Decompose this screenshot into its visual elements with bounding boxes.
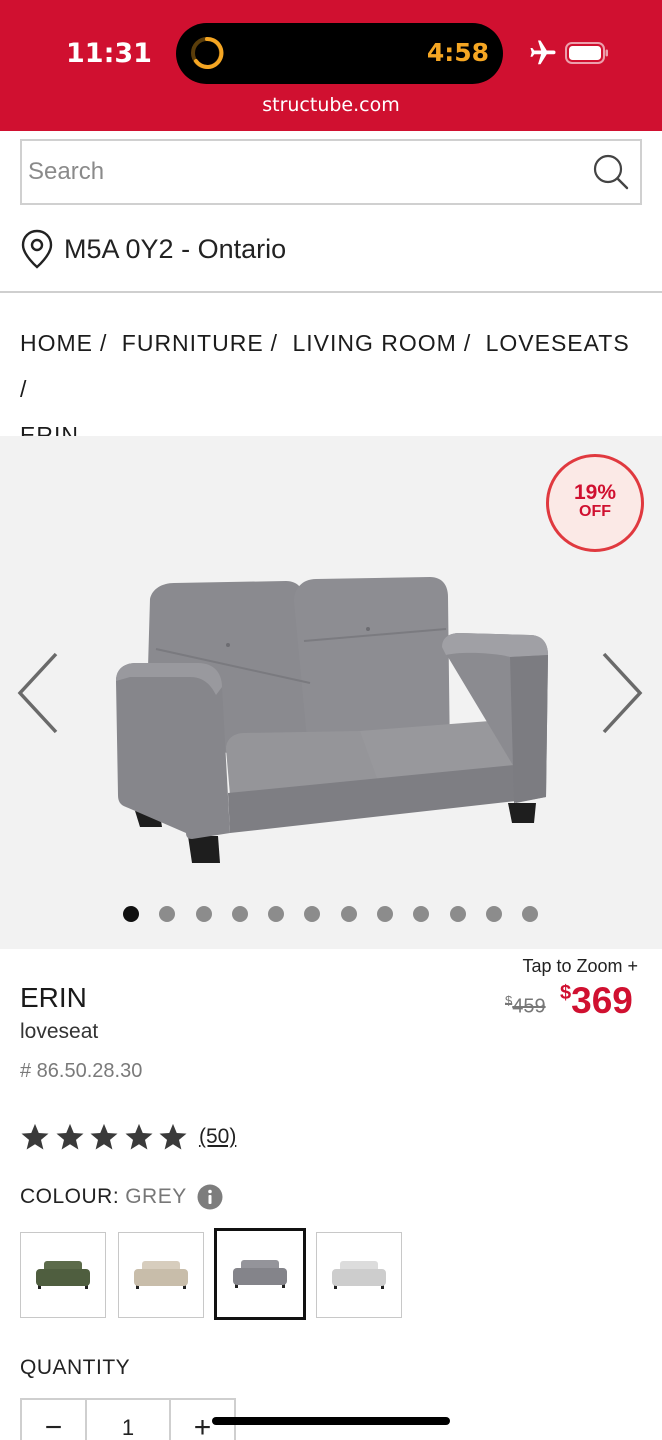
- timer-value: 4:58: [426, 38, 489, 67]
- review-count-link[interactable]: (50): [199, 1125, 236, 1149]
- battery-icon: [565, 42, 608, 64]
- address-bar-url[interactable]: structube.com: [0, 94, 662, 116]
- pagination-dot[interactable]: [304, 906, 321, 922]
- star-icon: [125, 1123, 153, 1150]
- product-image: [116, 577, 548, 863]
- colour-label: COLOUR: GREY: [20, 1184, 223, 1210]
- pagination-dot[interactable]: [485, 906, 502, 922]
- colour-value: GREY: [125, 1185, 187, 1208]
- dynamic-island: 4:58: [176, 23, 503, 84]
- star-icon: [159, 1123, 187, 1150]
- pagination-dot[interactable]: [195, 906, 212, 922]
- swatch-image: [233, 1260, 287, 1288]
- info-icon[interactable]: [197, 1184, 223, 1210]
- colour-swatch-green[interactable]: [20, 1232, 106, 1318]
- rating[interactable]: (50): [20, 1122, 236, 1152]
- colour-swatch-grey[interactable]: [214, 1228, 306, 1320]
- pagination-dot[interactable]: [377, 906, 394, 922]
- product-image-gallery[interactable]: 19% OFF: [0, 436, 662, 949]
- next-image-arrow-icon[interactable]: [600, 650, 646, 736]
- quantity-label: QUANTITY: [20, 1356, 131, 1379]
- quantity-value[interactable]: 1: [85, 1400, 171, 1440]
- pagination-dot[interactable]: [231, 906, 248, 922]
- pagination-dot[interactable]: [159, 906, 176, 922]
- image-pagination[interactable]: [123, 906, 559, 922]
- discount-percent: 19%: [573, 481, 617, 504]
- search-icon[interactable]: [592, 153, 630, 191]
- swatch-image: [332, 1261, 386, 1289]
- breadcrumb-furniture[interactable]: FURNITURE: [122, 330, 264, 356]
- pagination-dot[interactable]: [522, 906, 539, 922]
- star-icon: [90, 1123, 118, 1150]
- clock: 11:31: [66, 38, 152, 69]
- star-icon: [21, 1123, 49, 1150]
- search-box[interactable]: [20, 139, 642, 205]
- pagination-dot[interactable]: [413, 906, 430, 922]
- search-input[interactable]: [28, 151, 588, 193]
- home-indicator: [212, 1417, 450, 1425]
- colour-swatch-beige[interactable]: [118, 1232, 204, 1318]
- pagination-dot[interactable]: [268, 906, 285, 922]
- divider: [0, 291, 662, 293]
- airplane-mode-icon: [530, 40, 556, 65]
- swatch-image: [36, 1261, 90, 1289]
- product-sku: # 86.50.28.30: [20, 1060, 143, 1082]
- discount-off-label: OFF: [579, 503, 611, 520]
- location-text: M5A 0Y2 - Ontario: [64, 233, 287, 264]
- breadcrumb-loveseats[interactable]: LOVESEATS: [486, 330, 630, 356]
- swatch-image: [134, 1261, 188, 1289]
- pagination-dot[interactable]: [123, 906, 139, 922]
- original-price: $459: [505, 993, 546, 1018]
- product-subtitle: loveseat: [20, 1020, 99, 1043]
- discount-badge: 19% OFF: [546, 454, 644, 552]
- product-title: ERIN: [20, 982, 87, 1013]
- breadcrumb-home[interactable]: HOME: [20, 330, 93, 356]
- location-pin-icon: [21, 229, 53, 269]
- breadcrumb-living-room[interactable]: LIVING ROOM: [292, 330, 456, 356]
- colour-label-text: COLOUR:: [20, 1185, 120, 1208]
- pagination-dot[interactable]: [449, 906, 466, 922]
- sale-price: $369: [560, 980, 633, 1021]
- delivery-location[interactable]: M5A 0Y2 - Ontario: [20, 225, 286, 273]
- timer-icon: [191, 36, 224, 69]
- quantity-decrease-button[interactable]: −: [22, 1400, 85, 1440]
- previous-image-arrow-icon[interactable]: [14, 650, 60, 736]
- browser-top-bar: 11:31 4:58 structube.com: [0, 0, 662, 131]
- star-icon: [56, 1123, 84, 1150]
- quantity-stepper: − 1 +: [20, 1398, 236, 1440]
- tap-to-zoom-link[interactable]: Tap to Zoom +: [522, 956, 638, 977]
- colour-swatch-light-grey[interactable]: [316, 1232, 402, 1318]
- pagination-dot[interactable]: [340, 906, 357, 922]
